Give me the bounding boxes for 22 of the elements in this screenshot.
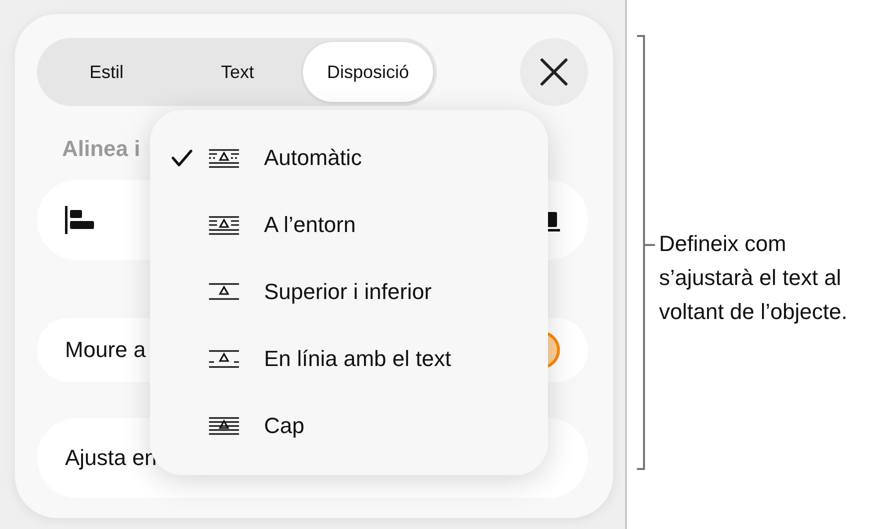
row-label: Moure a <box>65 337 146 363</box>
menu-label: Cap <box>264 412 304 438</box>
tab[interactable]: Text <box>172 42 303 102</box>
align-left-icon[interactable] <box>65 206 95 234</box>
menu-label: Superior i inferior <box>264 278 432 304</box>
close-icon <box>540 58 568 86</box>
menu-label: Automàtic <box>264 144 362 170</box>
text-wrap-icon <box>208 214 240 234</box>
menu-label: A l’entorn <box>264 212 356 238</box>
tab[interactable]: Estil <box>41 42 172 102</box>
text-wrap-icon <box>208 348 240 368</box>
text-wrap-icon <box>208 282 240 302</box>
menu-item[interactable]: En línia amb el text <box>150 325 548 392</box>
callout-text: Defineix com s’ajustarà el text al voltant de l’objecte. <box>659 230 848 326</box>
menu-label: En línia amb el text <box>264 346 452 372</box>
text-wrap-icon <box>208 416 240 436</box>
text-wrap-icon <box>208 148 240 168</box>
menu-item[interactable]: Superior i inferior <box>150 258 548 325</box>
menu-item[interactable]: A l’entorn <box>150 191 548 258</box>
tab[interactable]: Disposició <box>303 42 433 102</box>
menu-item[interactable]: Automàtic <box>150 124 548 191</box>
section-heading: Alinea i <box>62 136 140 162</box>
